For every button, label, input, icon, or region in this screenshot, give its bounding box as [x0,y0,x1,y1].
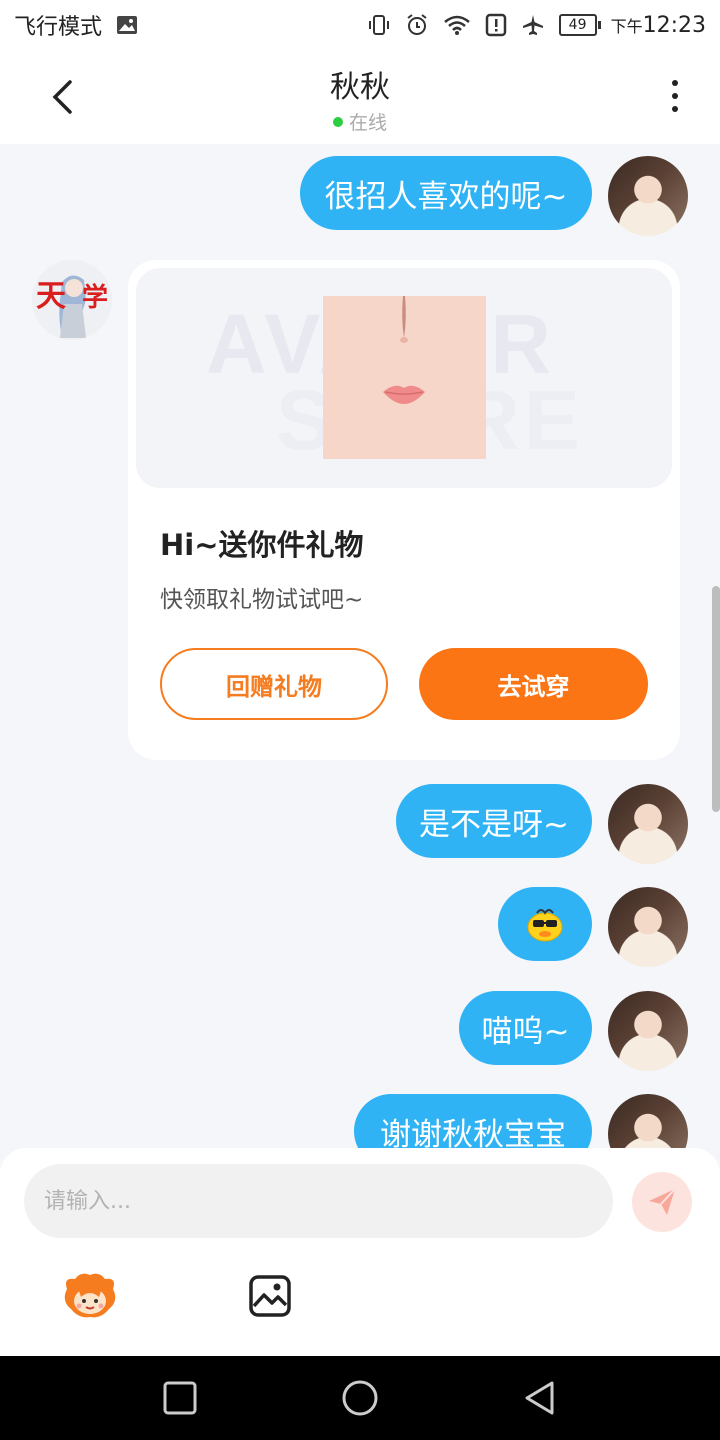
status-left: 飞行模式 [14,9,138,41]
emoji-bubble[interactable] [498,887,592,961]
input-panel [0,1148,720,1356]
gift-card[interactable]: AVATAR STORE Hi~送你件礼物 快领取礼物试试吧~ 回赠礼物 去试穿 [128,260,680,760]
battery-icon: 49 [558,14,601,36]
page-title: 秋秋 [330,70,390,105]
return-gift-button[interactable]: 回赠礼物 [160,648,388,720]
svg-text:天: 天 [36,279,66,314]
message-bubble[interactable]: 很招人喜欢的呢~ [300,156,592,230]
online-dot-icon [332,116,343,127]
message-bubble[interactable]: 喵呜~ [459,991,592,1065]
status-bar: 飞行模式 49 下午12:23 [0,0,720,50]
airplane-mode-label: 飞行模式 [14,15,103,40]
user-avatar[interactable] [608,156,688,236]
gift-title: Hi~送你件礼物 [160,528,364,562]
vibrate-icon [367,13,391,37]
time-prefix: 下午 [610,16,643,36]
user-avatar[interactable] [608,1094,688,1148]
back-nav-button[interactable] [520,1378,560,1418]
clock: 下午12:23 [611,13,706,38]
duck-emoji-icon [527,909,563,942]
recent-apps-button[interactable] [160,1378,200,1418]
face-makeup-preview [323,296,486,459]
wifi-icon [443,14,471,36]
message-list[interactable]: 很招人喜欢的呢~ 天 学 AVATAR STORE [0,144,720,1148]
user-avatar[interactable] [608,887,688,967]
anime-avatar-icon: 天 学 [32,260,112,340]
gallery-button[interactable] [240,1268,300,1324]
home-icon [342,1380,378,1416]
online-status: 在线 [332,108,387,135]
message-bubble[interactable]: 谢谢秋秋宝宝 [354,1094,592,1148]
send-icon [649,1188,676,1215]
home-button[interactable] [340,1378,380,1418]
airplane-icon [521,13,545,37]
scrollbar[interactable] [712,586,720,812]
header-center: 秋秋 在线 [0,62,720,135]
dot-icon [672,106,678,112]
alert-icon [485,13,507,37]
mascot-sticker-icon [64,1273,116,1318]
svg-text:学: 学 [82,282,108,313]
recent-apps-icon [163,1381,197,1415]
system-nav-bar [0,1356,720,1440]
message-input[interactable] [24,1164,613,1238]
user-avatar[interactable] [608,784,688,864]
more-options-button[interactable] [660,76,690,116]
user-avatar[interactable] [608,991,688,1071]
dot-icon [672,93,678,99]
back-triangle-icon [525,1381,554,1415]
sender-avatar[interactable]: 天 学 [32,260,112,340]
face-preview-icon [323,296,486,459]
gift-image: AVATAR STORE [136,268,672,488]
alarm-icon [405,13,429,37]
try-on-button[interactable]: 去试穿 [419,648,648,720]
image-icon [116,15,138,35]
dot-icon [672,80,678,86]
send-button[interactable] [632,1172,692,1232]
sticker-button[interactable] [60,1268,120,1324]
online-status-label: 在线 [348,112,387,134]
message-bubble[interactable]: 是不是呀~ [396,784,592,858]
chat-header: 秋秋 在线 [0,50,720,144]
chat-screen: 飞行模式 49 下午12:23 秋秋 在线 很招人喜欢的呢~ 天 学 Hi~送你… [0,0,720,1440]
gift-subtitle: 快领取礼物试试吧~ [160,587,364,613]
status-right: 49 下午12:23 [367,13,706,38]
image-gallery-icon [249,1275,291,1317]
time-value: 12:23 [642,12,706,38]
